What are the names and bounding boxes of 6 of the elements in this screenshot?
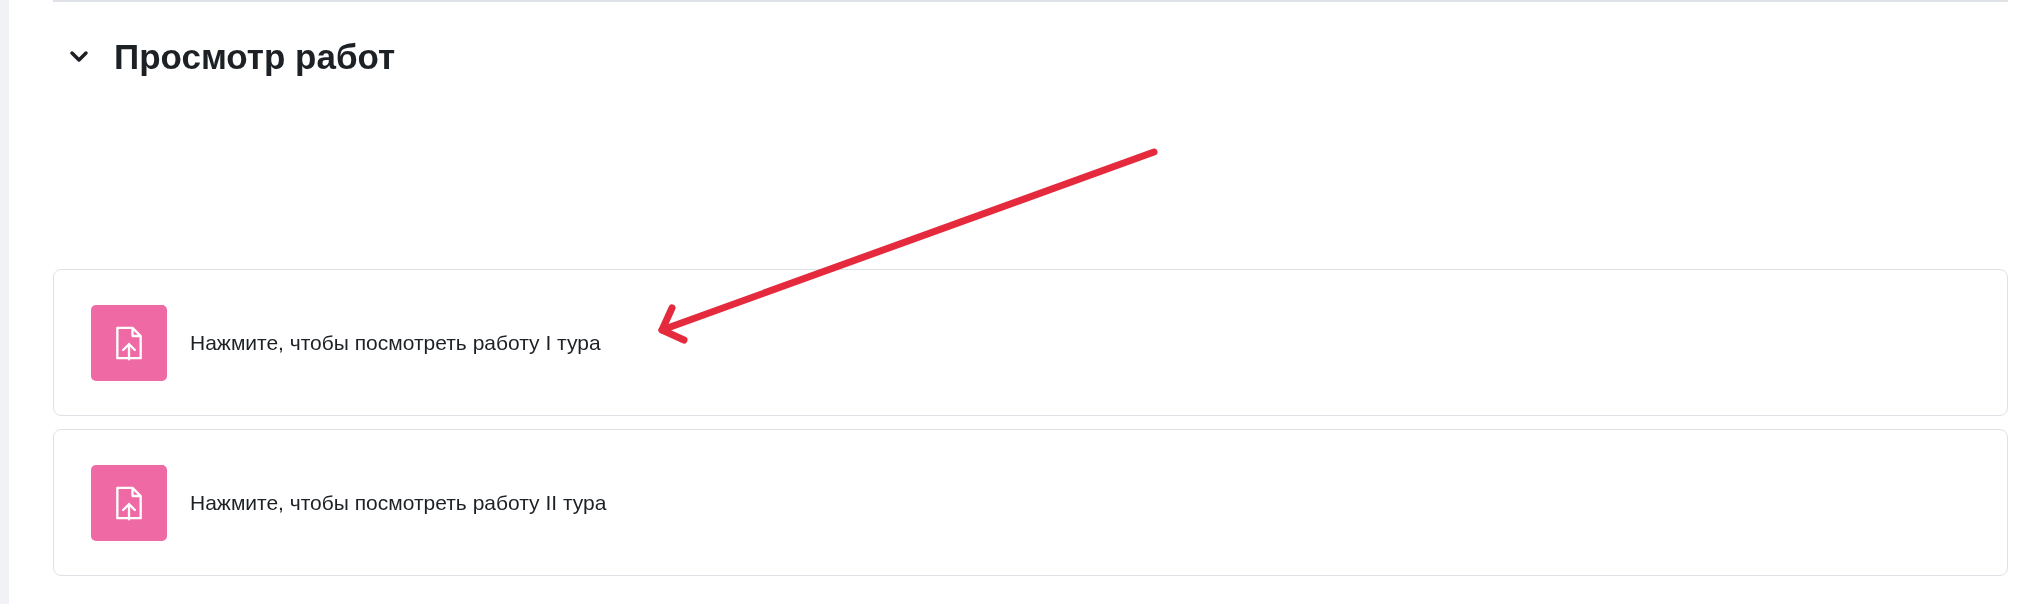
section-title: Просмотр работ [114,37,396,77]
activity-link[interactable]: Нажмите, чтобы посмотреть работу I тура [190,330,601,355]
chevron-icon [69,50,89,64]
file-upload-icon [115,484,143,521]
activity-link[interactable]: Нажмите, чтобы посмотреть работу II тура [190,490,607,515]
file-upload-icon [115,324,143,361]
